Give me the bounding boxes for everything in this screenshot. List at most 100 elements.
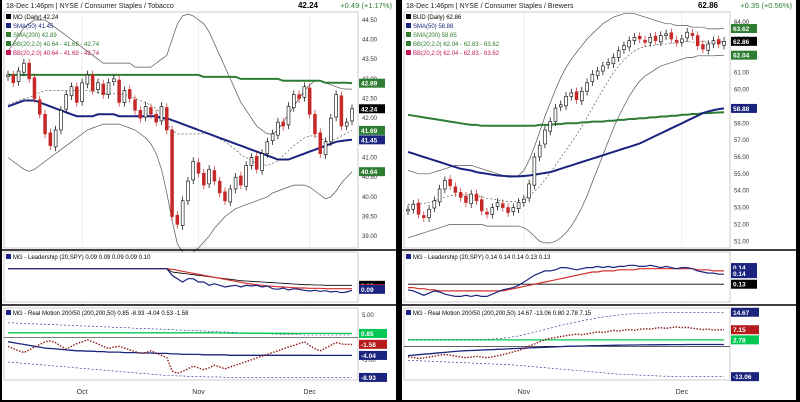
candle-body: [527, 183, 531, 199]
candle-body: [244, 165, 248, 187]
candle-body: [106, 82, 111, 95]
header-exchange: 18-Dec 1:46pm | NYSE / Consumer Staples …: [6, 3, 174, 10]
candle-body: [443, 180, 447, 190]
legend-label: MO (Daily) 42.24: [13, 15, 59, 21]
candle-body: [474, 193, 479, 202]
legend-swatch: [406, 32, 411, 37]
price-tag-label: 63.62: [733, 26, 750, 33]
realmotion-tag-label: -13.06: [733, 374, 752, 381]
header-change: +0.35 (+0.56%): [740, 1, 792, 10]
candle-body: [270, 133, 275, 141]
price-tick-label: 58.00: [734, 121, 750, 127]
x-axis-label: Oct: [77, 389, 88, 396]
realmotion-panel: [3, 307, 359, 381]
candle-body: [265, 141, 270, 154]
legend-swatch: [6, 41, 11, 46]
leadership-swatch: [406, 254, 411, 259]
candle-body: [427, 208, 431, 218]
price-tag-label: 62.86: [733, 39, 750, 46]
price-tag-label: 62.04: [733, 53, 750, 60]
candle-body: [228, 188, 233, 203]
candle-body: [632, 36, 637, 41]
candle-body: [191, 161, 195, 181]
realmotion-tick-label: 5.00: [362, 313, 374, 319]
legend-label: SMA(200) 42.89: [13, 33, 57, 39]
candle-body: [149, 107, 153, 115]
legend-swatch: [6, 14, 11, 19]
candle-body: [32, 77, 37, 99]
price-tick-label: 42.00: [362, 116, 378, 122]
candle-body: [716, 39, 721, 45]
candle-body: [506, 207, 510, 213]
candle-body: [302, 86, 307, 98]
candle-body: [286, 106, 291, 126]
candle-body: [680, 38, 684, 43]
candle-body: [339, 95, 344, 127]
candle-body: [59, 110, 63, 131]
candle-body: [558, 104, 563, 108]
candle-body: [313, 113, 317, 135]
candle-body: [307, 87, 312, 115]
leadership-label: MG - Leadership (20,SPY) 0.09 0.09 0.09 …: [13, 255, 151, 261]
price-tag-label: 42.24: [361, 106, 378, 113]
candle-body: [580, 90, 584, 102]
candle-body: [159, 106, 164, 122]
price-tick-label: 61.00: [734, 71, 750, 77]
legend-label: BB(20,2.0) 40.64 - 41.69 - 42.74: [13, 42, 100, 48]
header-last: 42.24: [298, 1, 319, 10]
legend-label: SMA(200) 58.65: [413, 33, 457, 39]
price-tick-label: 41.00: [362, 156, 378, 162]
candle-body: [207, 169, 211, 185]
candle-body: [122, 90, 127, 103]
candle-body: [133, 99, 137, 111]
candle-body: [701, 44, 705, 50]
realmotion-swatch: [406, 310, 411, 315]
candle-body: [154, 113, 158, 123]
candle-body: [611, 57, 616, 65]
candle-body: [180, 200, 185, 226]
price-tick-label: 44.50: [362, 18, 378, 24]
candle-body: [664, 33, 668, 36]
price-tick-label: 39.50: [362, 215, 378, 221]
candle-body: [254, 156, 259, 170]
candle-body: [627, 40, 631, 48]
header-last: 62.86: [698, 1, 719, 10]
legend-label: BB(20,2.0) 40.64 - 41.69 - 42.74: [13, 51, 100, 57]
candle-body: [511, 207, 516, 212]
candle-body: [411, 203, 416, 210]
mo-chart: 18-Dec 1:46pm | NYSE / Consumer Staples …: [0, 0, 400, 400]
candle-body: [223, 191, 227, 202]
price-tag-label: 41.45: [361, 137, 378, 144]
candle-body: [249, 157, 254, 166]
legend-label: BB(20,2.0) 62.04 - 62.83 - 63.62: [413, 51, 500, 57]
price-tick-label: 53.00: [734, 206, 750, 212]
candle-body: [490, 207, 495, 215]
legend-label: SMA(50) 58.88: [413, 24, 454, 30]
realmotion-green-line: [8, 332, 352, 335]
candle-body: [260, 153, 264, 171]
x-axis-label: Dec: [676, 389, 689, 396]
legend-swatch: [6, 50, 11, 55]
leadership-tag-label: 0.09: [361, 287, 374, 294]
candle-body: [622, 45, 626, 50]
candle-body: [601, 65, 605, 72]
header-change: +0.49 (+1.17%): [340, 1, 392, 10]
candle-body: [606, 62, 610, 66]
price-tick-label: 39.00: [362, 234, 378, 240]
candle-body: [532, 156, 537, 186]
leadership-swatch: [6, 254, 11, 259]
realmotion-swatch: [6, 310, 11, 315]
candle-body: [437, 188, 442, 203]
candle-body: [27, 62, 31, 80]
candle-body: [469, 193, 473, 204]
candle-body: [48, 132, 53, 147]
candle-body: [127, 89, 132, 99]
legend-swatch: [406, 23, 411, 28]
candle-body: [516, 202, 521, 210]
candle-body: [64, 94, 68, 110]
price-tag-label: 42.89: [361, 81, 378, 88]
candle-body: [458, 192, 463, 198]
legend-swatch: [406, 14, 411, 19]
candle-body: [695, 35, 700, 47]
leadership-label: MG - Leadership (20,SPY) 0.14 0.14 0.14 …: [413, 255, 551, 261]
